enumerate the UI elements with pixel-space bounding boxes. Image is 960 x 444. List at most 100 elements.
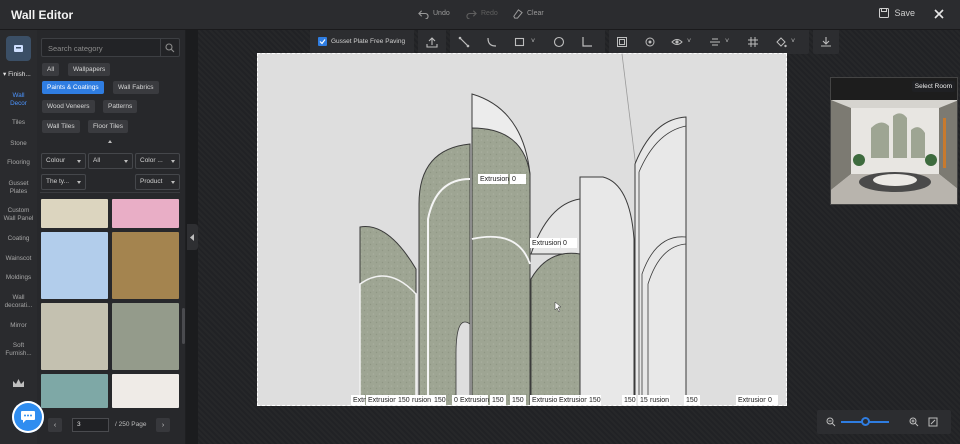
redo-button[interactable]: Redo <box>466 8 498 19</box>
circle-tool-icon[interactable] <box>553 36 565 48</box>
chevron-down-icon[interactable]: ˅ <box>531 38 535 45</box>
chat-button[interactable] <box>12 401 44 433</box>
rail-item[interactable]: Tiles <box>0 119 37 127</box>
home-icon <box>14 45 23 52</box>
extrusion-label[interactable]: Extrusion <box>458 395 489 405</box>
chip-paints-coatings[interactable]: Paints & Coatings <box>42 81 104 94</box>
search-icon[interactable] <box>160 39 179 56</box>
zoom-handle[interactable] <box>861 417 870 426</box>
room-preview[interactable]: Select Room <box>830 77 958 205</box>
download-icon[interactable] <box>820 36 832 48</box>
page-input[interactable]: 3 <box>72 418 109 432</box>
clear-button[interactable]: Clear <box>512 8 544 19</box>
next-page-button[interactable]: › <box>156 418 170 432</box>
rail-item[interactable]: Stone <box>0 140 37 148</box>
extrusion-label[interactable]: 0 <box>561 238 577 248</box>
chip-patterns[interactable]: Patterns <box>103 100 138 113</box>
fill-icon[interactable] <box>775 36 787 48</box>
checkbox-checked-icon[interactable] <box>318 37 327 46</box>
save-button[interactable]: Save <box>879 8 915 18</box>
filter-all[interactable]: All <box>88 153 133 169</box>
fit-screen-icon[interactable] <box>928 417 938 427</box>
filter-colour[interactable]: Colour <box>41 153 86 169</box>
swatch-off-white[interactable] <box>112 374 179 408</box>
eye-icon[interactable] <box>671 36 683 48</box>
extrusion-label[interactable]: 150 <box>684 395 700 405</box>
gusset-toggle[interactable]: Gusset Plate Free Paving <box>318 37 405 46</box>
curve-tool-icon[interactable] <box>486 36 498 48</box>
extrusion-label[interactable]: 150 <box>622 395 636 405</box>
swatch-stone[interactable] <box>41 303 108 370</box>
swatch-sage[interactable] <box>112 303 179 370</box>
extrusion-label[interactable]: Extrusion <box>478 174 509 184</box>
rail-item[interactable]: Flooring <box>0 159 37 167</box>
rail-item[interactable]: Coating <box>0 235 37 243</box>
chip-wood-veneers[interactable]: Wood Veneers <box>42 100 95 113</box>
undo-button[interactable]: Undo <box>418 8 450 19</box>
swatch-teal[interactable] <box>41 374 108 408</box>
extrusion-label[interactable]: 150 <box>510 395 526 405</box>
corner-tool-icon[interactable] <box>581 36 593 48</box>
line-tool-icon[interactable] <box>458 36 470 48</box>
panel-scrollbar[interactable] <box>182 308 185 344</box>
rail-item[interactable]: Soft Furnish... <box>0 342 37 357</box>
chevron-down-icon[interactable]: ˅ <box>725 38 729 45</box>
extrusion-label[interactable]: 150 <box>396 395 410 405</box>
chip-wall-fabrics[interactable]: Wall Fabrics <box>113 81 159 94</box>
extrusion-label[interactable]: rusion <box>648 395 670 405</box>
zoom-in-icon[interactable] <box>909 417 919 427</box>
swatch-beige[interactable] <box>41 199 108 228</box>
swatch-ochre[interactable] <box>112 232 179 299</box>
swatch-light-blue[interactable] <box>41 232 108 299</box>
chip-wall-tiles[interactable]: Wall Tiles <box>42 120 80 133</box>
swatch-pink[interactable] <box>112 199 179 228</box>
extrusion-label[interactable]: Extrusior <box>530 395 560 405</box>
clear-label: Clear <box>527 10 544 17</box>
panel-collapse-toggle[interactable] <box>187 224 198 250</box>
extrusion-label[interactable]: Extn <box>351 395 367 405</box>
prev-page-button[interactable]: ‹ <box>48 418 62 432</box>
rectangle-tool-icon[interactable] <box>514 36 526 48</box>
search-field[interactable]: Search category <box>41 38 180 57</box>
zoom-control <box>817 410 951 434</box>
crown-icon[interactable] <box>12 378 25 389</box>
chip-floor-tiles[interactable]: Floor Tiles <box>88 120 128 133</box>
chip-all[interactable]: All <box>42 63 60 76</box>
rail-item[interactable]: Mirror <box>0 322 37 330</box>
filter-type[interactable]: The ty... <box>41 174 86 190</box>
rail-item[interactable]: Wainscot <box>0 255 37 263</box>
extrusion-label[interactable]: 0 <box>510 174 526 184</box>
chevron-down-icon[interactable]: ˅ <box>687 38 691 45</box>
align-icon[interactable] <box>709 36 721 48</box>
rail-item[interactable]: Wall Decor <box>0 92 37 107</box>
filter-product[interactable]: Product <box>135 174 180 190</box>
chevron-down-icon[interactable]: ˅ <box>791 38 795 45</box>
zoom-out-icon[interactable] <box>826 417 836 427</box>
wall-canvas[interactable]: Extrusion 0 Extrusion 0 Extn Extrusion 150 rusi… <box>257 53 787 406</box>
chip-wallpapers[interactable]: Wallpapers <box>68 63 111 76</box>
rail-item[interactable]: Wall decorati... <box>0 294 37 309</box>
extrusion-label[interactable]: rusion <box>410 395 432 405</box>
extrusion-label[interactable]: Extrusion <box>736 395 767 405</box>
grid-icon[interactable] <box>747 36 759 48</box>
extrusion-label[interactable]: 150 <box>490 395 506 405</box>
rail-item[interactable]: Custom Wall Panel <box>0 207 37 222</box>
extrusion-label[interactable]: 150 <box>432 395 446 405</box>
rail-item[interactable]: Moldings <box>0 274 37 282</box>
search-input[interactable]: Search category <box>48 44 103 53</box>
extrusion-label[interactable]: 0 <box>766 395 778 405</box>
extrusion-label[interactable]: Extrusion <box>557 395 588 405</box>
rail-section-finish[interactable]: ▾ Finish... <box>3 70 31 78</box>
upload-icon[interactable] <box>426 36 438 48</box>
collapse-chips-icon[interactable] <box>108 140 112 143</box>
extrusion-label[interactable]: 150 <box>587 395 601 405</box>
locate-icon[interactable] <box>644 36 656 48</box>
close-icon[interactable] <box>932 7 946 21</box>
rail-item[interactable]: Gusset Plates <box>0 180 37 195</box>
extrusion-label[interactable]: Extrusion <box>530 238 561 248</box>
extrusion-label[interactable]: Extrusion <box>366 395 397 405</box>
filter-color-type[interactable]: Color ... <box>135 153 180 169</box>
frame-icon[interactable] <box>616 36 628 48</box>
home-button[interactable] <box>6 36 31 61</box>
select-room-button[interactable]: Select Room <box>911 81 955 92</box>
